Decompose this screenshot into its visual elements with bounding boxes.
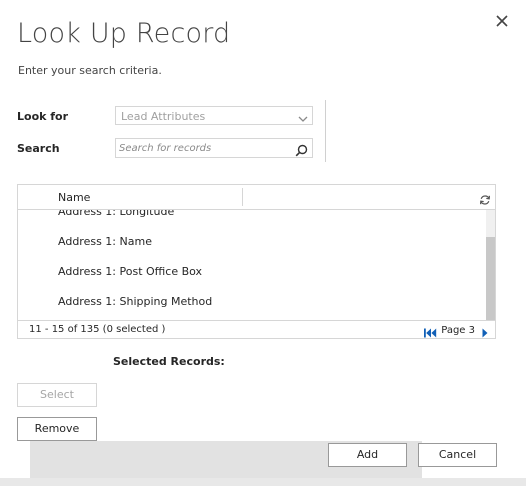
row-name: Address 1: Name xyxy=(58,235,152,248)
row-name: Address 1: Longitude xyxy=(58,210,175,218)
dialog-title: Look Up Record xyxy=(17,18,231,49)
grid-header: Name xyxy=(18,185,495,210)
grid-body: Address 1: Longitude Address 1: Name Add… xyxy=(18,210,495,320)
table-row[interactable]: Address 1: Shipping Method xyxy=(18,287,495,317)
grid-scrollbar-thumb[interactable] xyxy=(486,237,495,320)
table-row[interactable]: Address 1: Name xyxy=(18,227,495,257)
search-input[interactable] xyxy=(119,140,289,156)
dialog-subtitle: Enter your search criteria. xyxy=(18,64,162,77)
look-for-value: Lead Attributes xyxy=(121,110,206,123)
look-for-label: Look for xyxy=(17,110,69,123)
next-page-icon[interactable] xyxy=(481,324,489,338)
remove-button[interactable]: Remove xyxy=(17,417,97,441)
refresh-icon[interactable] xyxy=(479,191,491,205)
first-page-icon[interactable] xyxy=(423,324,437,338)
search-label: Search xyxy=(17,142,60,155)
add-button[interactable]: Add xyxy=(328,443,407,467)
grid-footer: 11 - 15 of 135 (0 selected ) Page 3 xyxy=(18,320,495,338)
search-icon[interactable] xyxy=(295,142,308,157)
selected-records-label: Selected Records: xyxy=(113,355,225,368)
record-count: 11 - 15 of 135 (0 selected ) xyxy=(29,324,166,335)
select-button[interactable]: Select xyxy=(17,383,97,407)
page-label: Page 3 xyxy=(441,324,475,336)
column-header-name[interactable]: Name xyxy=(58,191,90,204)
chevron-down-icon xyxy=(297,110,309,122)
pager: Page 3 xyxy=(423,324,489,338)
records-grid: Name Address 1: Longitude Address 1: Nam… xyxy=(17,184,496,339)
column-separator[interactable] xyxy=(242,188,243,206)
cancel-button[interactable]: Cancel xyxy=(418,443,497,467)
table-row[interactable]: Address 1: Longitude xyxy=(18,210,495,227)
look-for-select[interactable]: Lead Attributes xyxy=(115,106,313,125)
table-row[interactable]: Address 1: Post Office Box xyxy=(18,257,495,287)
grid-scrollbar[interactable] xyxy=(486,210,495,320)
search-box xyxy=(115,138,313,158)
close-icon[interactable] xyxy=(494,13,510,29)
bottom-strip xyxy=(0,478,526,486)
row-name: Address 1: Post Office Box xyxy=(58,265,203,278)
form-divider xyxy=(325,100,326,162)
row-name: Address 1: Shipping Method xyxy=(58,295,213,308)
